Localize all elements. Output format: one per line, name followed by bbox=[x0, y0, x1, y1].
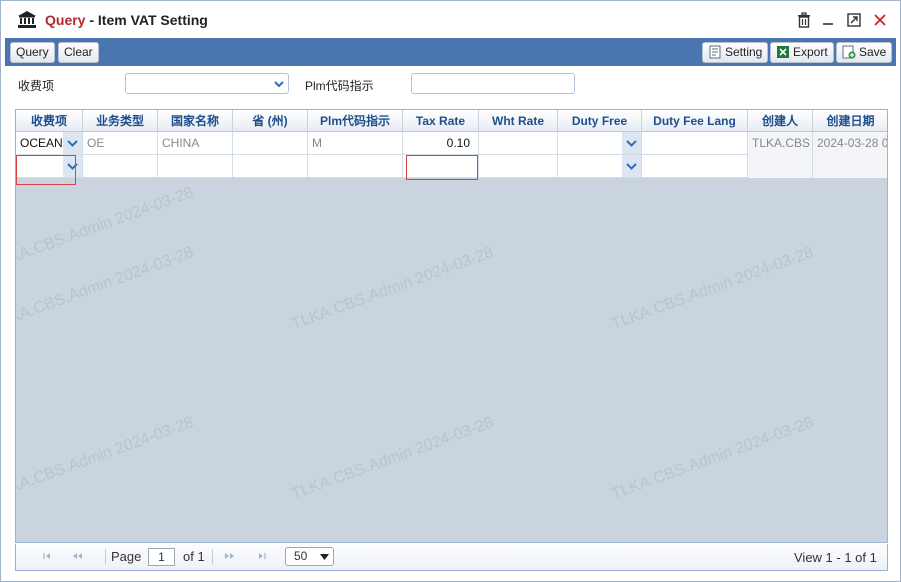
plm-cell[interactable] bbox=[308, 155, 403, 178]
watermark: TLKA.CBS.Admin 2024-03-28 bbox=[609, 414, 816, 504]
export-button[interactable]: Export bbox=[770, 42, 834, 63]
chevron-down-icon bbox=[320, 554, 329, 560]
created-date-cell bbox=[813, 155, 887, 178]
column-header[interactable]: 收费项 bbox=[16, 110, 83, 132]
column-header[interactable]: Duty Free bbox=[558, 110, 642, 132]
watermark: TLKA.CBS.Admin 2024-03-28 bbox=[15, 244, 196, 334]
first-page-icon[interactable] bbox=[42, 551, 52, 561]
charge-item-text: OCEAN bbox=[20, 136, 63, 150]
charge-item-cell[interactable]: OCEAN bbox=[16, 132, 83, 155]
maximize-icon[interactable] bbox=[846, 12, 862, 28]
pager-separator bbox=[212, 549, 213, 564]
validation-error-outline bbox=[406, 155, 478, 180]
title-bar: Query - Item VAT Setting bbox=[1, 1, 900, 37]
chevron-down-icon bbox=[67, 140, 78, 147]
duty-fee-lang-cell[interactable] bbox=[642, 132, 748, 155]
page-count-label: of 1 bbox=[183, 549, 205, 564]
duty-free-dropdown[interactable] bbox=[622, 132, 641, 154]
business-type-cell[interactable] bbox=[83, 155, 158, 178]
column-header[interactable]: 省 (州) bbox=[233, 110, 308, 132]
creator-cell bbox=[748, 155, 813, 178]
business-type-cell[interactable]: OE bbox=[83, 132, 158, 155]
province-cell[interactable] bbox=[233, 155, 308, 178]
duty-free-cell[interactable] bbox=[558, 155, 642, 178]
vat-grid: TLKA.CBS.Admin 2024-03-28 TLKA.CBS.Admin… bbox=[15, 109, 888, 543]
toolbar: Query Clear Setting Export Save bbox=[5, 38, 896, 66]
country-cell[interactable]: CHINA bbox=[158, 132, 233, 155]
view-range-text: View 1 - 1 of 1 bbox=[794, 550, 877, 565]
query-button[interactable]: Query bbox=[10, 42, 55, 63]
title-label: Item VAT Setting bbox=[97, 12, 208, 28]
charge-item-dropdown[interactable] bbox=[63, 132, 82, 154]
province-cell[interactable] bbox=[233, 132, 308, 155]
grid-header: 收费项 业务类型 国家名称 省 (州) Plm代码指示 Tax Rate Wht… bbox=[16, 110, 887, 132]
plm-label: Plm代码指示 bbox=[305, 79, 374, 93]
watermark: TLKA.CBS.Admin 2024-03-28 bbox=[15, 184, 196, 274]
creator-cell: TLKA.CBS bbox=[748, 132, 813, 155]
pager-separator bbox=[105, 549, 106, 564]
watermark: TLKA.CBS.Admin 2024-03-28 bbox=[609, 244, 816, 334]
chevron-down-icon bbox=[626, 140, 637, 147]
save-icon bbox=[842, 45, 856, 59]
last-page-icon[interactable] bbox=[257, 551, 267, 561]
table-row[interactable]: OCEAN OE CHINA M 0.10 TLKA.CBS 2024-03-2… bbox=[16, 132, 887, 155]
page-number-input[interactable]: 1 bbox=[148, 548, 175, 566]
country-cell[interactable] bbox=[158, 155, 233, 178]
column-header[interactable]: 业务类型 bbox=[83, 110, 158, 132]
title-separator: - bbox=[85, 12, 98, 28]
chevron-down-icon bbox=[274, 81, 284, 88]
column-header[interactable]: Wht Rate bbox=[479, 110, 558, 132]
column-header[interactable]: 创建日期 bbox=[813, 110, 887, 132]
validation-error-outline bbox=[16, 155, 76, 185]
minimize-icon[interactable] bbox=[820, 12, 836, 28]
duty-free-cell[interactable] bbox=[558, 132, 642, 155]
plm-cell[interactable]: M bbox=[308, 132, 403, 155]
chevron-down-icon bbox=[626, 163, 637, 170]
setting-button[interactable]: Setting bbox=[702, 42, 769, 63]
column-header[interactable]: Tax Rate bbox=[403, 110, 479, 132]
page-size-select[interactable]: 50 bbox=[285, 547, 334, 566]
column-header[interactable]: Duty Fee Lang bbox=[642, 110, 748, 132]
tax-rate-cell[interactable]: 0.10 bbox=[403, 132, 479, 155]
watermark: TLKA.CBS.Admin 2024-03-28 bbox=[289, 414, 496, 504]
charge-item-label: 收费项 bbox=[18, 79, 55, 93]
watermark: TLKA.CBS.Admin 2024-03-28 bbox=[289, 244, 496, 334]
duty-fee-lang-cell[interactable] bbox=[642, 155, 748, 178]
pager: Page 1 of 1 50 View 1 - 1 of 1 bbox=[15, 544, 888, 571]
plm-input[interactable] bbox=[411, 73, 575, 94]
excel-icon bbox=[777, 46, 789, 58]
wht-rate-cell[interactable] bbox=[479, 155, 558, 178]
wht-rate-cell[interactable] bbox=[479, 132, 558, 155]
setting-label: Setting bbox=[725, 45, 763, 59]
bank-icon bbox=[18, 11, 36, 28]
column-header[interactable]: 国家名称 bbox=[158, 110, 233, 132]
watermark: TLKA.CBS.Admin 2024-03-28 bbox=[15, 414, 196, 504]
export-label: Export bbox=[793, 45, 828, 59]
save-label: Save bbox=[859, 45, 887, 59]
next-page-icon[interactable] bbox=[224, 551, 236, 561]
created-date-cell: 2024-03-28 0 bbox=[813, 132, 887, 155]
save-button[interactable]: Save bbox=[836, 42, 893, 63]
page-size-value: 50 bbox=[294, 549, 308, 563]
clear-button[interactable]: Clear bbox=[58, 42, 99, 63]
column-header[interactable]: 创建人 bbox=[748, 110, 813, 132]
prev-page-icon[interactable] bbox=[71, 551, 83, 561]
setting-icon bbox=[709, 45, 721, 59]
page-label: Page bbox=[111, 549, 142, 564]
column-header[interactable]: Plm代码指示 bbox=[308, 110, 403, 132]
close-icon[interactable] bbox=[872, 12, 888, 28]
window: Query - Item VAT Setting Query Clear Set… bbox=[0, 0, 901, 582]
window-title: Query - Item VAT Setting bbox=[45, 12, 208, 28]
title-mode: Query bbox=[45, 12, 86, 28]
duty-free-dropdown[interactable] bbox=[622, 155, 641, 177]
trash-icon[interactable] bbox=[796, 12, 812, 28]
charge-item-select[interactable] bbox=[125, 73, 289, 94]
